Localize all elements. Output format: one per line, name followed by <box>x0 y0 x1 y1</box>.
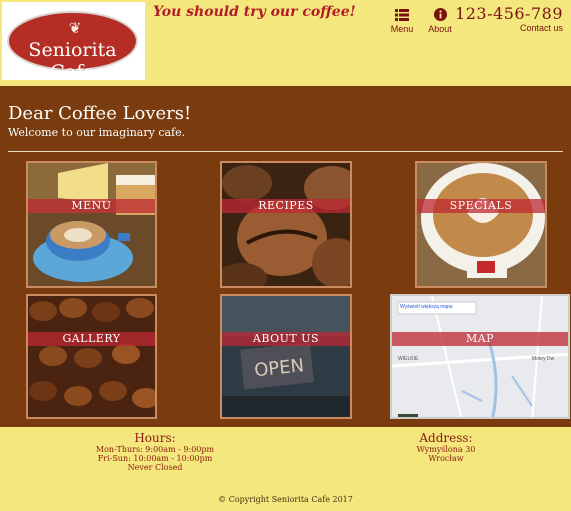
hours-title: Hours: <box>134 431 176 445</box>
list-icon <box>382 8 422 24</box>
nav-menu[interactable]: Menu <box>382 8 422 34</box>
tile-specials[interactable]: SPECIALS <box>415 161 547 288</box>
tile-recipes-label: RECIPES <box>222 199 350 213</box>
phone-block: 123-456-789 Contact us <box>455 4 563 33</box>
tile-about-us-label: ABOUT US <box>222 332 350 346</box>
tagline: You should try our coffee! <box>153 4 356 20</box>
contact-link[interactable]: Contact us <box>455 23 563 33</box>
map-place-right: Mokry Dw <box>532 356 555 362</box>
coffee-beans-photo <box>222 163 350 286</box>
nav-about[interactable]: About <box>420 8 460 34</box>
address-line: Wrocław <box>428 454 464 463</box>
tile-map[interactable]: Wyświetl większą mapę WIELKIE Mokry Dw M… <box>390 294 570 419</box>
welcome-title: Dear Coffee Lovers! <box>8 103 192 124</box>
tile-recipes[interactable]: RECIPES <box>220 161 352 288</box>
latte-art-photo <box>417 163 545 286</box>
welcome-subtitle: Welcome to our imaginary cafe. <box>8 126 186 139</box>
hours-line: Mon-Thurs: 9:00am - 9:00pm <box>95 445 215 454</box>
roasted-beans-photo <box>28 296 155 417</box>
map-larger-link[interactable]: Wyświetl większą mapę <box>400 304 453 310</box>
open-sign-photo: OPEN <box>222 296 350 417</box>
logo-oval: ❦ Seniorita Cafe <box>7 11 138 83</box>
info-icon <box>420 8 460 24</box>
footer: Hours: Mon-Thurs: 9:00am - 9:00pm Fri-Su… <box>0 427 571 511</box>
tile-about-us[interactable]: OPEN ABOUT US <box>220 294 352 419</box>
tile-map-label: MAP <box>392 332 568 346</box>
copyright: © Copyright Seniorita Cafe 2017 <box>218 495 353 504</box>
address-title: Address: <box>419 431 473 445</box>
logo-text: Seniorita Cafe <box>28 39 117 83</box>
address-line: Wymyślona 30 <box>416 445 476 454</box>
coffee-cup-photo <box>28 163 155 286</box>
divider <box>8 151 563 152</box>
tile-menu[interactable]: MENU <box>26 161 157 288</box>
tile-specials-label: SPECIALS <box>417 199 545 213</box>
phone-number[interactable]: 123-456-789 <box>455 4 563 23</box>
tile-menu-label: MENU <box>28 199 155 213</box>
hours-line: Never Closed <box>127 463 183 472</box>
hours-block: Hours: Mon-Thurs: 9:00am - 9:00pm Fri-Su… <box>85 431 225 472</box>
nav-about-label: About <box>428 24 452 34</box>
map-place-left: WIELKIE <box>398 356 419 362</box>
tile-gallery-label: GALLERY <box>28 332 155 346</box>
header: ❦ Seniorita Cafe You should try our coff… <box>0 0 571 86</box>
address-block: Address: Wymyślona 30 Wrocław <box>386 431 506 463</box>
coffee-beans-icon: ❦ <box>68 19 82 37</box>
logo[interactable]: ❦ Seniorita Cafe <box>2 2 145 83</box>
tile-gallery[interactable]: GALLERY <box>26 294 157 419</box>
hours-line: Fri-Sun: 10:00am - 10:00pm <box>97 454 213 463</box>
nav-menu-label: Menu <box>390 24 414 34</box>
welcome: Dear Coffee Lovers! Welcome to our imagi… <box>8 103 191 139</box>
